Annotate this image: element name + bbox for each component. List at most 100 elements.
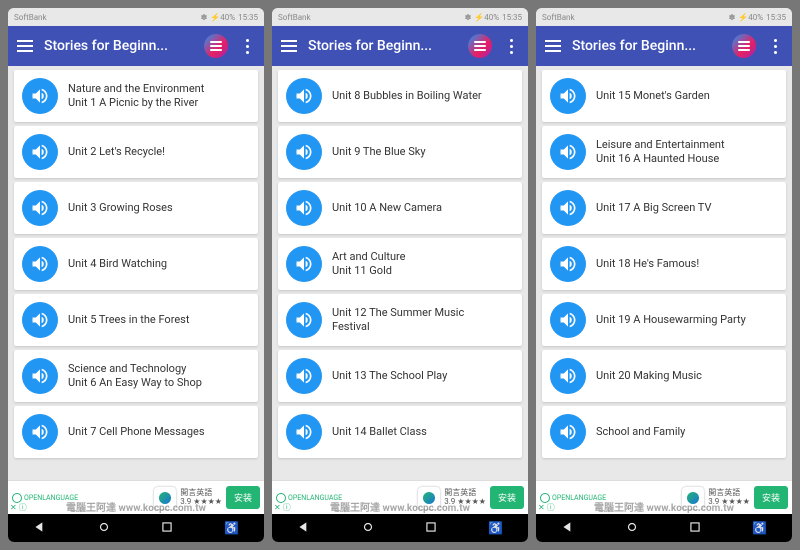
back-button[interactable] — [297, 519, 311, 538]
speaker-icon[interactable] — [286, 78, 322, 114]
list-item-label: Unit 3 Growing Roses — [68, 201, 173, 215]
battery-label: ⚡40% — [474, 13, 499, 22]
speaker-icon[interactable] — [286, 414, 322, 450]
speaker-icon[interactable] — [550, 246, 586, 282]
list-item[interactable]: Unit 14 Ballet Class — [278, 406, 522, 458]
list-item[interactable]: Unit 9 The Blue Sky — [278, 126, 522, 178]
story-list[interactable]: Nature and the EnvironmentUnit 1 A Picni… — [8, 66, 264, 480]
speaker-icon[interactable] — [286, 134, 322, 170]
speaker-icon[interactable] — [550, 78, 586, 114]
list-item[interactable]: Unit 2 Let's Recycle! — [14, 126, 258, 178]
recent-button[interactable] — [688, 519, 702, 538]
playlist-button[interactable] — [732, 34, 756, 58]
home-button[interactable] — [97, 519, 111, 538]
accessibility-button[interactable]: ♿ — [224, 521, 239, 535]
playlist-button[interactable] — [468, 34, 492, 58]
ad-banner[interactable]: ✕ ⓘOPENLANGUAGE開言英語3.9 ★★★★安装 — [536, 480, 792, 514]
list-item[interactable]: Unit 5 Trees in the Forest — [14, 294, 258, 346]
app-bar: Stories for Beginn... — [8, 26, 264, 66]
list-item-label: Unit 8 Bubbles in Boiling Water — [332, 89, 482, 103]
list-item[interactable]: Unit 15 Monet's Garden — [542, 70, 786, 122]
speaker-icon[interactable] — [550, 302, 586, 338]
menu-icon[interactable] — [16, 37, 34, 55]
bluetooth-icon: ✽ — [465, 13, 472, 22]
list-item[interactable]: Unit 4 Bird Watching — [14, 238, 258, 290]
ad-brand-label: OPENLANGUAGE — [540, 493, 606, 503]
list-item[interactable]: Nature and the EnvironmentUnit 1 A Picni… — [14, 70, 258, 122]
ad-close-icon[interactable]: ✕ ⓘ — [274, 502, 291, 513]
more-icon[interactable] — [502, 37, 520, 55]
more-icon[interactable] — [238, 37, 256, 55]
speaker-icon[interactable] — [286, 358, 322, 394]
back-button[interactable] — [561, 519, 575, 538]
story-list[interactable]: Unit 8 Bubbles in Boiling Water Unit 9 Th… — [272, 66, 528, 480]
nav-bar: ♿ — [272, 514, 528, 542]
ad-banner[interactable]: ✕ ⓘOPENLANGUAGE 開言英語3.9 ★★★★安装 — [8, 480, 264, 514]
install-button[interactable]: 安装 — [226, 486, 260, 509]
list-item[interactable]: Unit 13 The School Play — [278, 350, 522, 402]
time-label: 15:35 — [238, 13, 258, 22]
install-button[interactable]: 安装 — [754, 486, 788, 509]
list-item-label: Unit 5 Trees in the Forest — [68, 313, 189, 327]
list-item[interactable]: Unit 17 A Big Screen TV — [542, 182, 786, 234]
list-item-label: Unit 2 Let's Recycle! — [68, 145, 165, 159]
list-item-label: Science and TechnologyUnit 6 An Easy Way… — [68, 362, 202, 391]
bluetooth-icon: ✽ — [729, 13, 736, 22]
speaker-icon[interactable] — [22, 358, 58, 394]
story-list[interactable]: Unit 15 Monet's Garden Leisure and Entert… — [536, 66, 792, 480]
speaker-icon[interactable] — [550, 190, 586, 226]
accessibility-button[interactable]: ♿ — [488, 521, 503, 535]
speaker-icon[interactable] — [550, 414, 586, 450]
speaker-icon[interactable] — [22, 190, 58, 226]
list-item[interactable]: Unit 20 Making Music — [542, 350, 786, 402]
speaker-icon[interactable] — [286, 302, 322, 338]
speaker-icon[interactable] — [22, 414, 58, 450]
ad-app-icon — [154, 487, 176, 509]
list-item[interactable]: School and Family — [542, 406, 786, 458]
ad-banner[interactable]: ✕ ⓘOPENLANGUAGE開言英語3.9 ★★★★安装 — [272, 480, 528, 514]
ad-brand-label: OPENLANGUAGE — [12, 493, 78, 503]
ad-app-info: 開言英語3.9 ★★★★ — [180, 489, 222, 507]
list-item[interactable]: Unit 18 He's Famous! — [542, 238, 786, 290]
nav-bar: ♿ — [536, 514, 792, 542]
list-item[interactable]: Unit 8 Bubbles in Boiling Water — [278, 70, 522, 122]
speaker-icon[interactable] — [22, 302, 58, 338]
phone-screen-3: SoftBank✽⚡40%15:35Stories for Beginn...U… — [536, 8, 792, 542]
more-icon[interactable] — [766, 37, 784, 55]
list-item[interactable]: Unit 7 Cell Phone Messages — [14, 406, 258, 458]
home-button[interactable] — [625, 519, 639, 538]
accessibility-button[interactable]: ♿ — [752, 521, 767, 535]
menu-icon[interactable] — [544, 37, 562, 55]
list-item[interactable]: Art and CultureUnit 11 Gold — [278, 238, 522, 290]
list-item-label: Art and CultureUnit 11 Gold — [332, 250, 406, 279]
list-item[interactable]: Unit 3 Growing Roses — [14, 182, 258, 234]
list-item[interactable]: Unit 19 A Housewarming Party — [542, 294, 786, 346]
list-item-label: Leisure and EntertainmentUnit 16 A Haunt… — [596, 138, 725, 167]
speaker-icon[interactable] — [286, 190, 322, 226]
menu-icon[interactable] — [280, 37, 298, 55]
battery-label: ⚡40% — [738, 13, 763, 22]
ad-close-icon[interactable]: ✕ ⓘ — [10, 502, 27, 513]
ad-app-icon — [682, 487, 704, 509]
ad-close-icon[interactable]: ✕ ⓘ — [538, 502, 555, 513]
speaker-icon[interactable] — [550, 358, 586, 394]
list-item-label: Unit 19 A Housewarming Party — [596, 313, 746, 327]
list-item[interactable]: Science and TechnologyUnit 6 An Easy Way… — [14, 350, 258, 402]
back-button[interactable] — [33, 519, 47, 538]
list-item[interactable]: Leisure and EntertainmentUnit 16 A Haunt… — [542, 126, 786, 178]
playlist-button[interactable] — [204, 34, 228, 58]
speaker-icon[interactable] — [22, 78, 58, 114]
recent-button[interactable] — [160, 519, 174, 538]
speaker-icon[interactable] — [286, 246, 322, 282]
list-item-label: Unit 12 The Summer MusicFestival — [332, 306, 464, 335]
speaker-icon[interactable] — [550, 134, 586, 170]
list-item-label: School and Family — [596, 425, 685, 439]
speaker-icon[interactable] — [22, 246, 58, 282]
list-item[interactable]: Unit 12 The Summer MusicFestival — [278, 294, 522, 346]
speaker-icon[interactable] — [22, 134, 58, 170]
bluetooth-icon: ✽ — [201, 13, 208, 22]
install-button[interactable]: 安装 — [490, 486, 524, 509]
list-item[interactable]: Unit 10 A New Camera — [278, 182, 522, 234]
recent-button[interactable] — [424, 519, 438, 538]
home-button[interactable] — [361, 519, 375, 538]
